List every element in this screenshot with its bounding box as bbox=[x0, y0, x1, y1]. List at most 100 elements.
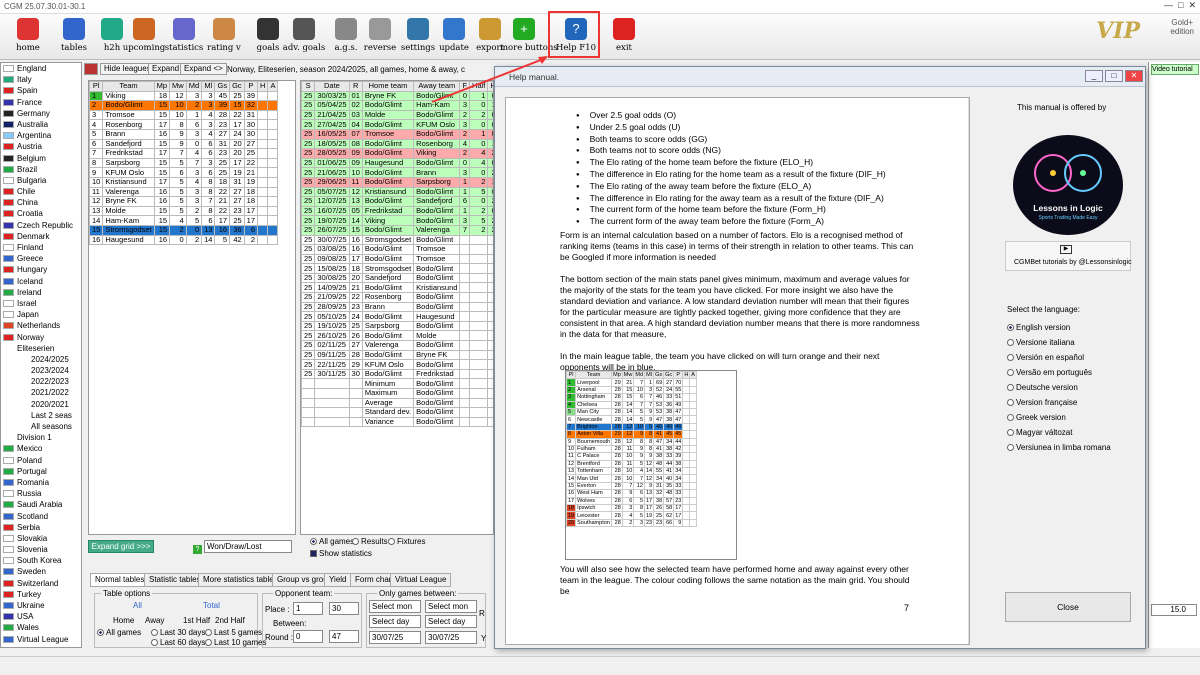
league-tree-item[interactable]: 2024/2025 bbox=[1, 354, 81, 365]
all-games-option-radio[interactable]: All games bbox=[97, 628, 141, 637]
league-tree-item[interactable]: England bbox=[1, 63, 81, 74]
last-60-days-radio[interactable]: Last 60 days bbox=[151, 638, 205, 647]
expand-grid-button[interactable]: Expand grid >>> bbox=[88, 540, 154, 553]
league-tree-item[interactable]: Bulgaria bbox=[1, 175, 81, 186]
league-tree-item[interactable]: Australia bbox=[1, 119, 81, 130]
league-tree-item[interactable]: Italy bbox=[1, 74, 81, 85]
month-from-select[interactable]: Select mon bbox=[369, 600, 421, 613]
toolbar-exit-button[interactable]: exit bbox=[600, 18, 648, 53]
fixture-row[interactable]: Average Bodo/Glimt bbox=[301, 397, 493, 409]
table-row[interactable]: 2 Bodo/Glimt 15 10 2 3 39 15 32 bbox=[89, 100, 279, 111]
fixtures-grid[interactable]: SDateRHome teamAway teamFHalfHA2530/03/2… bbox=[300, 80, 494, 535]
language-radio[interactable]: Versión en español bbox=[1007, 353, 1084, 362]
league-tree-item[interactable]: Sweden bbox=[1, 566, 81, 577]
last-30-days-radio[interactable]: Last 30 days bbox=[151, 628, 205, 637]
league-tree-item[interactable]: Mexico bbox=[1, 443, 81, 454]
column-header[interactable]: Ml bbox=[201, 81, 216, 92]
fixture-row[interactable]: 2516/07/2505FredrikstadBodo/Glimt1201 bbox=[301, 205, 493, 217]
column-header[interactable]: Half bbox=[469, 81, 489, 92]
fixture-row[interactable]: 25 15/08/25 18 Stromsgodset Bodo/Glimt bbox=[301, 263, 493, 274]
fixture-row[interactable]: 25 26/10/25 26 Bodo/Glimt Molde bbox=[301, 330, 493, 342]
league-tree-item[interactable]: Denmark bbox=[1, 231, 81, 242]
league-tree[interactable]: England Italy Spain France Germany Australia A… bbox=[0, 62, 82, 648]
league-tree-item[interactable]: Last 2 seas bbox=[1, 410, 81, 421]
round-from-select[interactable]: 0 bbox=[293, 630, 323, 643]
first-half-option[interactable]: 1st Half bbox=[183, 616, 210, 625]
league-tree-item[interactable]: Portugal bbox=[1, 466, 81, 477]
home-option[interactable]: Home bbox=[113, 616, 134, 625]
total-option[interactable]: Total bbox=[203, 601, 220, 610]
day-to-select[interactable]: Select day bbox=[425, 615, 477, 628]
expand-button[interactable]: Expand bbox=[148, 63, 184, 75]
league-tree-item[interactable]: 2020/2021 bbox=[1, 399, 81, 410]
month-to-select[interactable]: Select mon bbox=[425, 600, 477, 613]
league-tree-item[interactable]: Virtual League bbox=[1, 634, 81, 645]
league-tree-item[interactable]: Hungary bbox=[1, 264, 81, 275]
league-tree-item[interactable]: Germany bbox=[1, 108, 81, 119]
date-from-picker[interactable]: 30/07/25 bbox=[369, 631, 421, 644]
fixture-row[interactable]: 2528/05/2509Bodo/GlimtViking2421 bbox=[301, 148, 493, 159]
table-row[interactable]: 10 Kristiansund 17 5 4 8 18 31 19 bbox=[89, 176, 279, 188]
league-tree-item[interactable]: USA bbox=[1, 611, 81, 622]
fixture-row[interactable]: 2512/07/2513Bodo/GlimtSandefjord6020 bbox=[301, 196, 493, 207]
fixtures-radio[interactable]: Fixtures bbox=[388, 537, 425, 546]
league-tree-item[interactable]: Slovakia bbox=[1, 533, 81, 544]
expand-both-button[interactable]: Expand <> bbox=[180, 63, 227, 75]
column-header[interactable]: Gc bbox=[229, 81, 245, 92]
fixture-row[interactable]: 2516/05/2507TromsoeBodo/Glimt2101 bbox=[301, 128, 493, 140]
table-row[interactable]: 12 Bryne FK 16 5 3 7 21 27 18 bbox=[89, 196, 279, 207]
results-radio[interactable]: Results bbox=[352, 537, 388, 546]
league-tree-item[interactable]: 2022/2023 bbox=[1, 376, 81, 387]
column-header[interactable]: Md bbox=[185, 81, 203, 92]
league-tree-item[interactable]: Wales bbox=[1, 622, 81, 633]
column-header[interactable]: S bbox=[301, 81, 316, 92]
league-tree-item[interactable]: Russia bbox=[1, 488, 81, 499]
place-to-select[interactable]: 30 bbox=[329, 602, 359, 615]
table-row[interactable]: 1 Viking 18 12 3 3 45 25 39 bbox=[89, 90, 279, 102]
table-row[interactable]: 11 Valerenga 16 5 3 8 22 27 18 bbox=[89, 186, 279, 198]
league-tree-item[interactable]: Japan bbox=[1, 309, 81, 320]
column-header[interactable]: Home team bbox=[361, 81, 415, 92]
window-controls[interactable]: — □ ✕ bbox=[1164, 0, 1196, 11]
fixture-row[interactable]: 25 19/10/25 25 Sarpsborg Bodo/Glimt bbox=[301, 320, 493, 332]
league-tree-item[interactable]: France bbox=[1, 97, 81, 108]
league-tree-item[interactable]: Brazil bbox=[1, 164, 81, 175]
help-manual-window[interactable]: Help manual. _ □ ✕ Over 2.5 goal odds (O… bbox=[494, 66, 1146, 649]
language-radio[interactable]: Greek version bbox=[1007, 413, 1066, 422]
table-row[interactable]: 8 Sarpsborg 15 5 7 3 25 17 22 bbox=[89, 157, 279, 169]
all-games-radio[interactable]: All games bbox=[310, 537, 354, 546]
tab-virtual-league[interactable]: Virtual League bbox=[390, 573, 452, 587]
league-table-grid[interactable]: Pl Team Mp Mw Md Ml Gs Gc P H A 1 Viking 18 12 3 3 45 25 39… bbox=[88, 80, 296, 535]
fixture-row[interactable]: Standard dev. Bodo/Glimt bbox=[301, 407, 493, 418]
league-tree-item[interactable]: Saudi Arabia bbox=[1, 499, 81, 510]
fixture-row[interactable]: 2519/07/2514VikingBodo/Glimt3521 bbox=[301, 215, 493, 226]
league-tree-item[interactable]: Belgium bbox=[1, 153, 81, 164]
video-tutorial-button[interactable]: Video tutorial bbox=[1151, 64, 1199, 75]
fixture-row[interactable]: 2527/04/2504Bodo/GlimtKFUM Oslo3000 bbox=[301, 119, 493, 130]
fixture-row[interactable]: 2518/05/2508Bodo/GlimtRosenborg4010 bbox=[301, 138, 493, 150]
league-tree-item[interactable]: Switzerland bbox=[1, 578, 81, 589]
last-10-games-radio[interactable]: Last 10 games bbox=[205, 638, 266, 647]
table-row[interactable]: 5 Brann 16 9 3 4 27 24 30 bbox=[89, 128, 279, 140]
all-option[interactable]: All bbox=[133, 601, 142, 610]
league-tree-item[interactable]: Eliteserien bbox=[1, 343, 81, 354]
league-tree-item[interactable]: 2021/2022 bbox=[1, 387, 81, 398]
league-tree-item[interactable]: South Korea bbox=[1, 555, 81, 566]
language-radio[interactable]: Version française bbox=[1007, 398, 1077, 407]
league-tree-item[interactable]: Division 1 bbox=[1, 432, 81, 443]
fixture-row[interactable]: 25 22/11/25 29 KFUM Oslo Bodo/Glimt bbox=[301, 359, 493, 370]
language-radio[interactable]: Magyar változat bbox=[1007, 428, 1072, 437]
day-from-select[interactable]: Select day bbox=[369, 615, 421, 628]
tab-statistic-tables[interactable]: Statistic tables bbox=[144, 573, 206, 587]
second-half-option[interactable]: 2nd Half bbox=[215, 616, 245, 625]
fixture-row[interactable]: 2526/07/2515Bodo/GlimtValerenga7221 bbox=[301, 224, 493, 236]
table-row[interactable]: 6 Sandefjord 15 9 0 6 31 20 27 bbox=[89, 138, 279, 150]
league-tree-item[interactable]: Iceland bbox=[1, 276, 81, 287]
fixture-row[interactable]: Variance Bodo/Glimt bbox=[301, 416, 493, 428]
column-header[interactable]: Pl bbox=[89, 81, 104, 92]
fixture-row[interactable]: 25 03/08/25 16 Bodo/Glimt Tromsoe bbox=[301, 244, 493, 255]
fixture-row[interactable]: 25 02/11/25 27 Valerenga Bodo/Glimt bbox=[301, 340, 493, 351]
close-window-button[interactable]: ✕ bbox=[1125, 70, 1143, 82]
fixture-row[interactable]: 2521/04/2503MoldeBodo/Glimt2202 bbox=[301, 109, 493, 121]
help-small-icon[interactable]: ? bbox=[193, 545, 202, 554]
